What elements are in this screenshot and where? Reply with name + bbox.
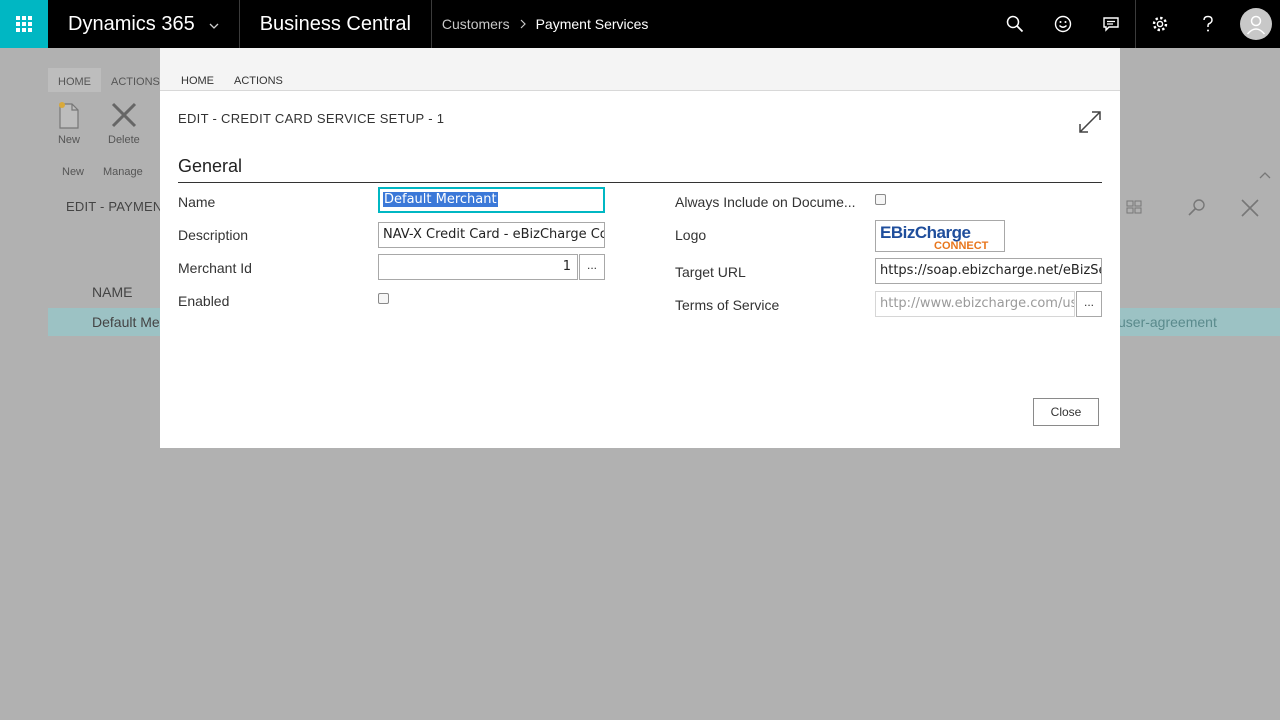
help-button[interactable] [1184,0,1232,48]
background-delete-action: Delete [108,100,140,146]
smiley-icon [1054,15,1072,33]
gear-icon [1152,16,1168,32]
message-icon [1103,17,1119,32]
background-tab-home: HOME [48,68,101,92]
top-nav-bar: Dynamics 365 Business Central Customers … [0,0,1280,48]
terms-label: Terms of Service [675,297,780,313]
logo-label: Logo [675,227,707,243]
name-value: Default Merchant [383,192,498,207]
background-column-header: NAME [92,284,133,300]
tab-actions[interactable]: ACTIONS [224,75,293,90]
ebizcharge-logo[interactable]: EBizCharge CONNECT [875,220,1005,252]
background-page-title: EDIT - PAYMENT [66,199,171,214]
chevron-down-icon [209,17,219,32]
background-layout-icon [1124,198,1144,221]
enabled-label: Enabled [178,293,230,309]
description-label: Description [178,227,249,243]
product-name[interactable]: Business Central [240,0,432,48]
background-new-action: New [56,100,82,146]
new-document-icon [59,102,79,129]
expand-button[interactable] [1076,108,1104,136]
user-icon [1246,15,1266,35]
messages-button[interactable] [1087,0,1135,48]
brand-name: Dynamics 365 [68,12,195,35]
delete-x-icon [111,102,136,128]
tab-home[interactable]: HOME [171,75,224,90]
feedback-button[interactable] [1039,0,1087,48]
section-general: General [178,156,243,176]
avatar [1240,8,1272,40]
background-group-new: New [62,166,85,178]
target-url-input[interactable]: https://soap.ebizcharge.net/eBizService.… [875,258,1102,284]
breadcrumb: Customers Payment Services [432,16,649,32]
section-divider [178,182,1102,183]
waffle-icon [16,16,32,32]
close-button[interactable]: Close [1033,398,1099,426]
description-input[interactable]: NAV-X Credit Card - eBizCharge Connect [378,222,605,248]
brand-menu[interactable]: Dynamics 365 [48,0,240,48]
terms-input[interactable]: http://www.ebizcharge.com/user-agreement [875,291,1075,317]
dialog-ribbon: HOME ACTIONS [160,48,1120,91]
background-row-url: user-agreement [1118,314,1217,330]
breadcrumb-item-payment-services[interactable]: Payment Services [536,16,649,32]
background-group-manage: Manage [103,166,143,178]
expand-icon [1079,111,1101,133]
always-include-label: Always Include on Docume... [675,194,856,210]
name-input[interactable]: Default Merchant [378,187,605,213]
merchant-id-input[interactable]: 1 [378,254,578,280]
background-collapse-icon [1259,166,1271,184]
ebizcharge-logo-image: EBizCharge CONNECT [876,221,1004,252]
name-label: Name [178,194,216,210]
background-row-name: Default Me [92,314,160,330]
search-icon [1006,15,1024,33]
logo-text-bottom: CONNECT [934,240,989,251]
credit-card-setup-dialog: HOME ACTIONS EDIT - CREDIT CARD SERVICE … [160,48,1120,448]
merchant-id-label: Merchant Id [178,260,252,276]
merchant-id-lookup-button[interactable]: ... [579,254,605,280]
breadcrumb-item-customers[interactable]: Customers [442,16,510,32]
chevron-right-icon [520,16,526,32]
question-icon [1203,15,1213,32]
enabled-checkbox[interactable] [378,293,389,304]
search-button[interactable] [991,0,1039,48]
target-url-label: Target URL [675,264,746,280]
user-menu-button[interactable] [1232,0,1280,48]
background-new-label: New [57,134,80,146]
background-ribbon-tabs: HOME ACTIONS [48,68,170,92]
dialog-title: EDIT - CREDIT CARD SERVICE SETUP - 1 [178,111,445,126]
background-search-icon [1186,198,1208,223]
background-close-icon [1240,198,1260,223]
app-launcher-button[interactable] [0,0,48,48]
terms-lookup-button[interactable]: ... [1076,291,1102,317]
always-include-checkbox[interactable] [875,194,886,205]
background-delete-label: Delete [108,134,140,146]
settings-button[interactable] [1136,0,1184,48]
top-icons [991,0,1280,48]
